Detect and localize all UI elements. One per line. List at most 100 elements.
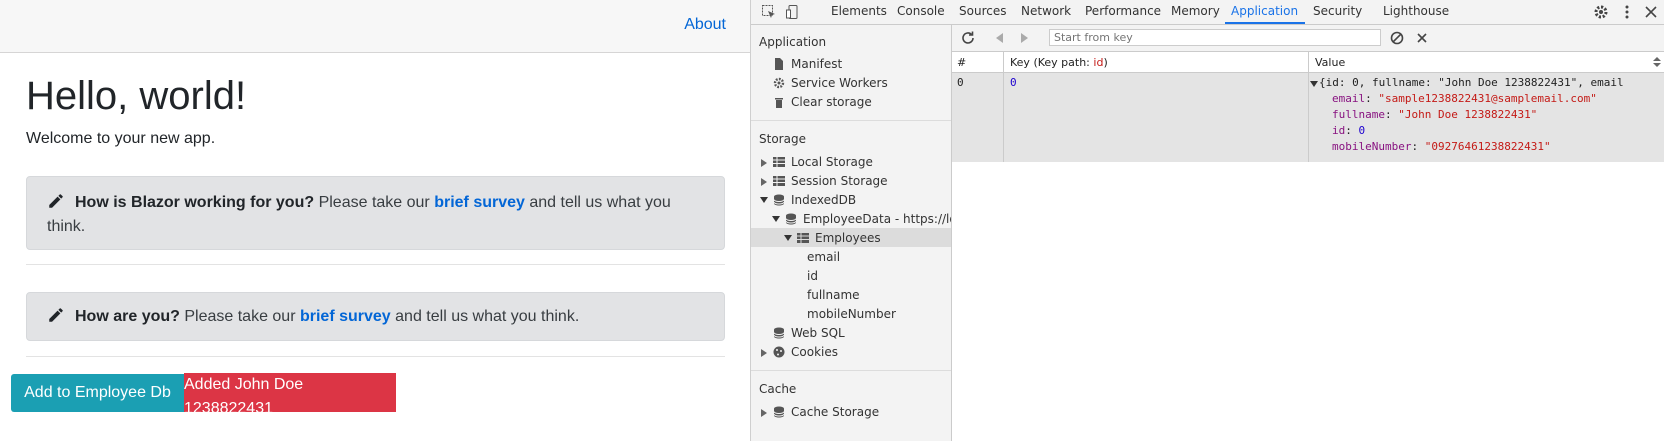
- database-icon: [773, 406, 785, 418]
- tab-memory[interactable]: Memory: [1171, 4, 1220, 18]
- top-row: About: [0, 0, 750, 53]
- column-divider[interactable]: [1003, 52, 1004, 162]
- tab-console[interactable]: Console: [897, 4, 945, 18]
- sidebar-item-cache-storage[interactable]: Cache Storage: [773, 405, 879, 419]
- welcome-text: Welcome to your new app.: [26, 130, 216, 147]
- collapse-arrow-icon[interactable]: [1310, 81, 1318, 87]
- indexeddb-data-view: # Key (Key path: id) Value 0 0 {id: 0, f…: [952, 25, 1664, 441]
- divider: [751, 120, 951, 121]
- sidebar-item-session-storage[interactable]: Session Storage: [773, 174, 888, 188]
- tab-sources[interactable]: Sources: [959, 4, 1006, 18]
- sidebar-item-label: Employees: [815, 231, 881, 245]
- column-header-index[interactable]: #: [957, 56, 966, 69]
- active-tab-indicator: [1225, 22, 1305, 24]
- pencil-icon: [49, 194, 63, 208]
- sidebar-item-label: Clear storage: [791, 95, 872, 109]
- sidebar-item-service-workers[interactable]: Service Workers: [773, 76, 888, 90]
- sidebar-item-employees-store[interactable]: Employees: [797, 231, 881, 245]
- sidebar-item-label: EmployeeData - https://loca: [803, 212, 951, 226]
- collapse-arrow-icon[interactable]: [772, 216, 780, 222]
- expand-arrow-icon[interactable]: [761, 409, 767, 417]
- expand-arrow-icon[interactable]: [761, 159, 767, 167]
- database-icon: [773, 327, 785, 339]
- sidebar-item-manifest[interactable]: Manifest: [773, 57, 842, 71]
- next-page-icon[interactable]: [1016, 30, 1032, 46]
- row-index: 0: [957, 76, 964, 89]
- sidebar-item-label: Manifest: [791, 57, 843, 71]
- blazor-app: About Hello, world! Welcome to your new …: [0, 0, 750, 441]
- table-grid-icon: [773, 176, 785, 186]
- tab-lighthouse[interactable]: Lighthouse: [1383, 4, 1449, 18]
- previous-page-icon[interactable]: [992, 30, 1008, 46]
- divider: [751, 370, 951, 371]
- database-icon: [785, 213, 797, 225]
- start-from-key-input[interactable]: [1049, 29, 1381, 46]
- column-header-value[interactable]: Value: [1315, 56, 1345, 69]
- devtools-tabbar: Elements Console Sources Network Perform…: [751, 0, 1664, 25]
- sidebar-item-label: Web SQL: [791, 326, 845, 340]
- data-toolbar: [952, 25, 1664, 52]
- tab-application[interactable]: Application: [1231, 4, 1298, 18]
- sidebar-item-label: Service Workers: [791, 76, 888, 90]
- sidebar-item-cookies[interactable]: Cookies: [773, 345, 838, 359]
- about-link[interactable]: About: [684, 16, 726, 34]
- devtools-panel: Elements Console Sources Network Perform…: [750, 0, 1664, 441]
- section-cache-title: Cache: [759, 382, 797, 396]
- close-icon[interactable]: [1643, 4, 1659, 20]
- survey-text-pre: Please take our: [314, 194, 435, 211]
- sidebar-item-index-email[interactable]: email: [807, 250, 840, 264]
- collapse-arrow-icon[interactable]: [784, 235, 792, 241]
- pencil-icon: [49, 308, 63, 322]
- expand-arrow-icon[interactable]: [761, 178, 767, 186]
- column-header-key[interactable]: Key (Key path: id): [1010, 56, 1108, 69]
- inspect-element-icon[interactable]: [761, 4, 777, 20]
- value-summary: {id: 0, fullname: "John Doe 1238822431",…: [1319, 76, 1624, 89]
- divider: [26, 264, 725, 265]
- sidebar-item-web-sql[interactable]: Web SQL: [773, 326, 845, 340]
- sidebar-item-indexeddb[interactable]: IndexedDB: [773, 193, 856, 207]
- page-heading: Hello, world!: [26, 74, 247, 118]
- sidebar-item-label: Session Storage: [791, 174, 888, 188]
- tab-network[interactable]: Network: [1021, 4, 1071, 18]
- cookie-icon: [773, 346, 785, 358]
- clear-object-store-icon[interactable]: [1389, 30, 1405, 46]
- document-icon: [775, 58, 783, 70]
- tab-elements[interactable]: Elements: [831, 4, 887, 18]
- sort-arrows-icon[interactable]: [1653, 56, 1661, 68]
- collapse-arrow-icon[interactable]: [760, 197, 768, 203]
- sidebar-item-local-storage[interactable]: Local Storage: [773, 155, 873, 169]
- section-application-title: Application: [759, 35, 827, 49]
- refresh-icon[interactable]: [960, 30, 976, 46]
- value-field-email: email: "sample1238822431@samplemail.com": [1332, 92, 1597, 105]
- table-grid-icon: [797, 233, 809, 243]
- sidebar-item-index-mobilenumber[interactable]: mobileNumber: [807, 307, 896, 321]
- column-divider[interactable]: [1308, 52, 1309, 162]
- survey-question: How is Blazor working for you?: [75, 194, 315, 211]
- value-field-fullname: fullname: "John Doe 1238822431": [1332, 108, 1538, 121]
- value-field-mobilenumber: mobileNumber: "09276461238822431": [1332, 140, 1551, 153]
- survey-prompt-2: How are you? Please take our brief surve…: [26, 292, 725, 341]
- added-message: Added John Doe 1238822431: [184, 373, 396, 417]
- settings-gear-icon[interactable]: [1593, 4, 1609, 20]
- section-storage-title: Storage: [759, 132, 806, 146]
- tab-security[interactable]: Security: [1313, 4, 1362, 18]
- survey-question: How are you?: [75, 308, 180, 325]
- table-grid-icon: [773, 157, 785, 167]
- gear-icon: [773, 77, 785, 89]
- tab-performance[interactable]: Performance: [1085, 4, 1161, 18]
- expand-arrow-icon[interactable]: [761, 349, 767, 357]
- delete-selected-icon[interactable]: [1414, 30, 1430, 46]
- survey-text-pre: Please take our: [179, 308, 300, 325]
- sidebar-item-employeedata-db[interactable]: EmployeeData - https://loca: [785, 212, 951, 226]
- sidebar-item-label: Cookies: [791, 345, 838, 359]
- more-options-icon[interactable]: [1619, 4, 1635, 20]
- add-to-employee-db-button[interactable]: Add to Employee Db: [11, 374, 184, 412]
- divider: [26, 356, 725, 357]
- device-toolbar-icon[interactable]: [785, 4, 801, 20]
- brief-survey-link[interactable]: brief survey: [300, 308, 391, 325]
- sidebar-item-label: IndexedDB: [791, 193, 857, 207]
- brief-survey-link[interactable]: brief survey: [434, 194, 525, 211]
- sidebar-item-index-fullname[interactable]: fullname: [807, 288, 860, 302]
- sidebar-item-clear-storage[interactable]: Clear storage: [773, 95, 872, 109]
- sidebar-item-index-id[interactable]: id: [807, 269, 818, 283]
